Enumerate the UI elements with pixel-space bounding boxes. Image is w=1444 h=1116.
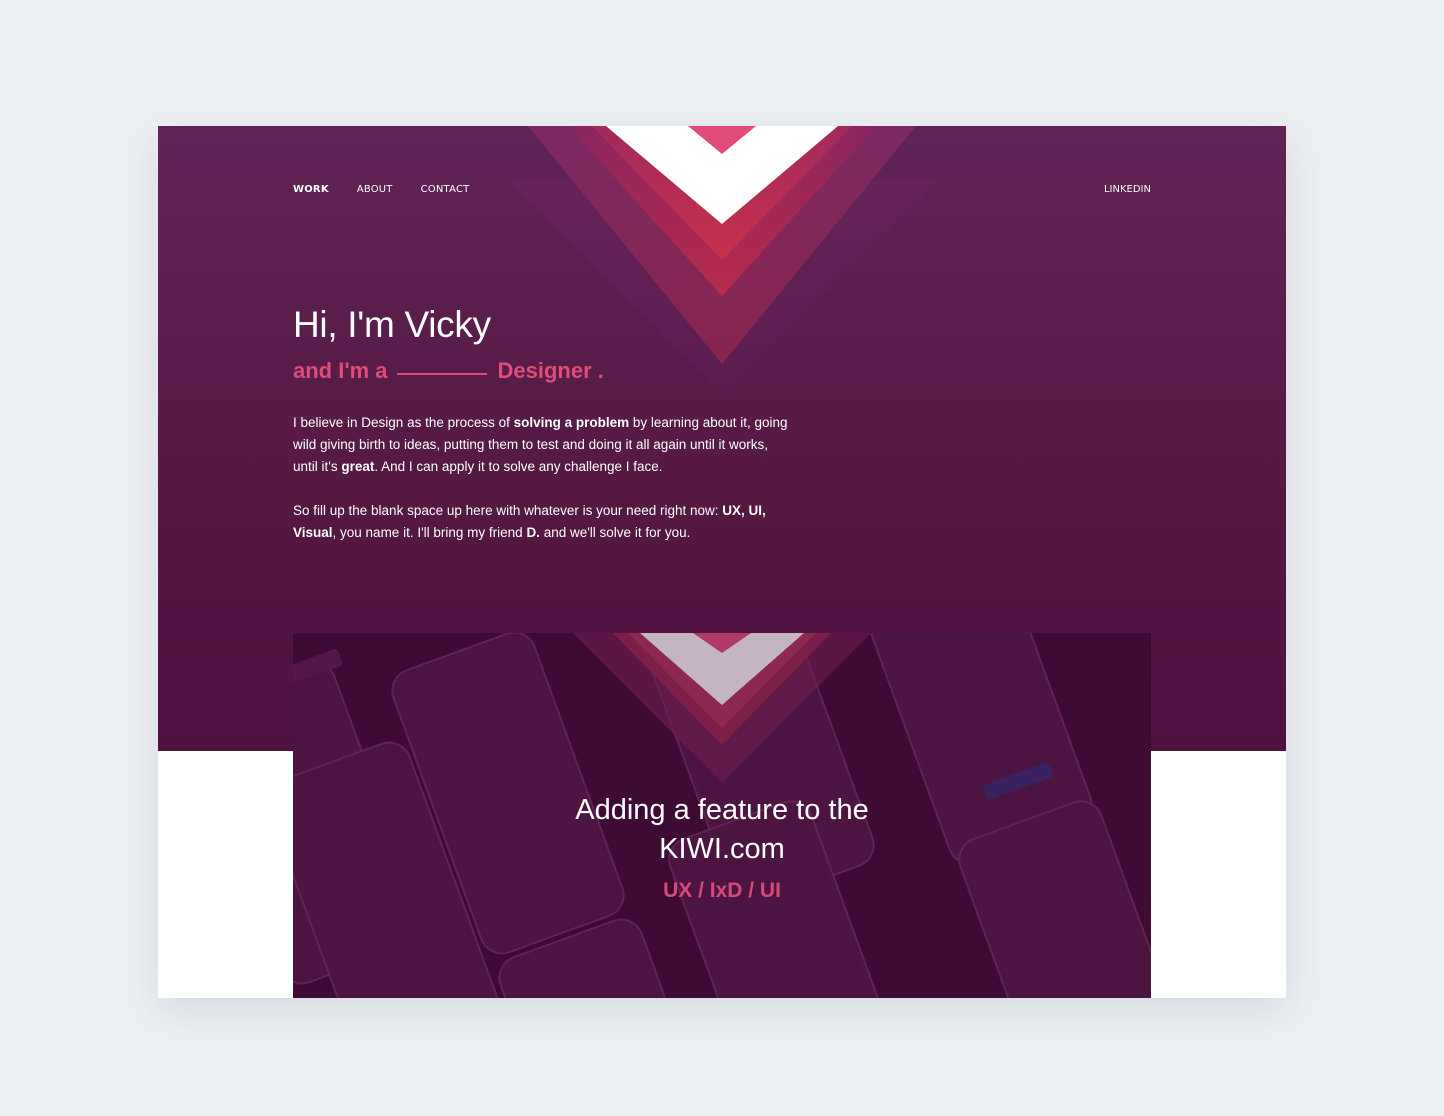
- offer-bold-2: D.: [526, 525, 540, 540]
- blank-line: [397, 373, 488, 375]
- project-title-line1: Adding a feature to the: [575, 794, 869, 826]
- hero-subtitle-suffix: Designer .: [497, 358, 604, 383]
- project-title-line2: KIWI.com: [659, 833, 785, 865]
- project-title: Adding a feature to the KIWI.com: [293, 791, 1151, 869]
- site-window: WORK ABOUT CONTACT LINKEDIN Hi, I'm Vick…: [158, 126, 1286, 998]
- intro-bold-1: solving a problem: [513, 415, 630, 430]
- project-card[interactable]: Adding a feature to the KIWI.com UX / IxD…: [293, 633, 1151, 998]
- project-tags: UX / IxD / UI: [663, 879, 781, 902]
- offer-paragraph: So fill up the blank space up here with …: [293, 500, 793, 544]
- intro-text-1: I believe in Design as the process of: [293, 415, 514, 430]
- intro-paragraph: I believe in Design as the process of so…: [293, 412, 793, 478]
- intro-bold-2: great: [341, 459, 375, 474]
- offer-text-3: and we'll solve it for you.: [539, 525, 691, 540]
- hero-title: Hi, I'm Vicky: [293, 304, 491, 345]
- offer-text-1: So fill up the blank space up here with …: [293, 503, 723, 518]
- intro-text-3: . And I can apply it to solve any challe…: [374, 459, 663, 474]
- hero-subtitle: and I'm a Designer .: [293, 358, 604, 384]
- nav-linkedin-link[interactable]: LINKEDIN: [1104, 184, 1151, 195]
- nav-contact-link[interactable]: CONTACT: [421, 184, 470, 195]
- main-nav: WORK ABOUT CONTACT: [293, 184, 469, 195]
- nav-about-link[interactable]: ABOUT: [357, 184, 393, 195]
- nav-work-link[interactable]: WORK: [293, 184, 329, 195]
- hero-subtitle-prefix: and I'm a: [293, 358, 388, 383]
- offer-text-2: , you name it. I'll bring my friend: [332, 525, 527, 540]
